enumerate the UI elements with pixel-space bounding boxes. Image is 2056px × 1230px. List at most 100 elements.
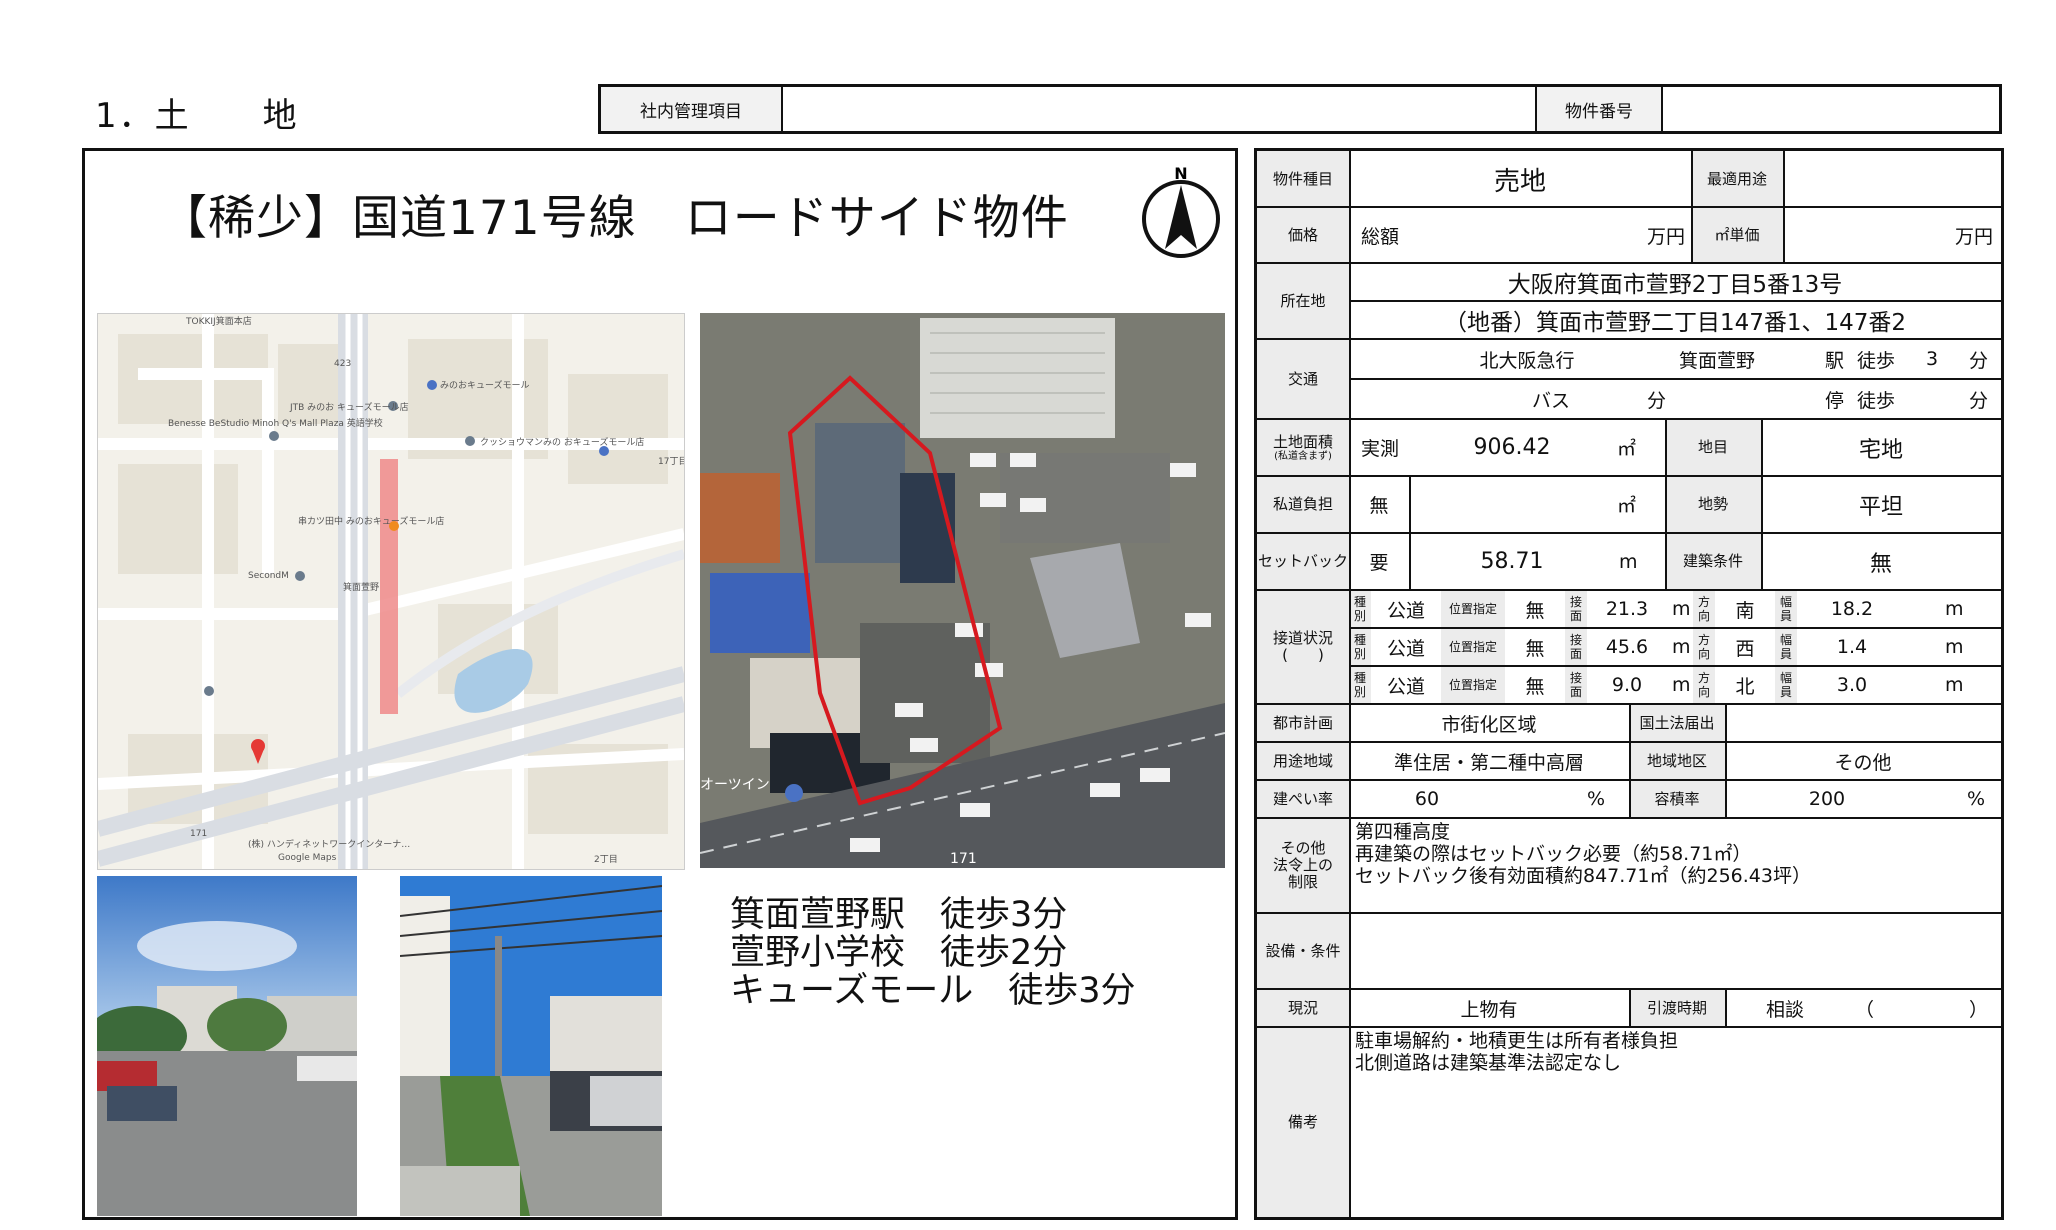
map-label-1: Benesse BeStudio Minoh Q's Mall Plaza 英語…: [168, 417, 383, 429]
status-value: 上物有: [1460, 998, 1518, 1021]
map-label-4: JTB みのお キューズモール店: [289, 401, 409, 413]
build-cond-label: 建築条件: [1665, 533, 1761, 590]
city-plan-value: 市街化区域: [1441, 713, 1537, 736]
site-photo-2: [400, 876, 662, 1216]
road-1-frontage-label: 接面: [1565, 590, 1587, 628]
map-label-0: TOKKIJ箕面本店: [185, 315, 252, 327]
total-unit: 万円: [1646, 225, 1685, 248]
price-label: 価格: [1257, 207, 1349, 263]
road-1-direction: 南: [1735, 599, 1755, 622]
road-1-kind-label: 種別: [1349, 590, 1371, 628]
best-use-value: [1783, 151, 2001, 207]
road-3-frontage: 9.0: [1611, 674, 1643, 696]
kokudo-value: [1725, 704, 2001, 742]
transport-label: 交通: [1257, 339, 1349, 419]
road-2-width: 1.4: [1836, 636, 1868, 658]
road-3-designated-label: 位置指定: [1441, 666, 1505, 704]
setback-label: セットバック: [1257, 533, 1349, 590]
map-label-7: 箕面萱野: [343, 581, 379, 593]
other-restrictions-text: 第四種高度 再建築の際はセットバック必要（約58.71㎡） セットバック後有効面…: [1355, 821, 1811, 887]
road-1-designated-label: 位置指定: [1441, 590, 1505, 628]
road-3-width: 3.0: [1836, 674, 1868, 696]
road-2-frontage-unit: m: [1672, 636, 1691, 658]
map-label-8: 17丁目: [658, 456, 684, 467]
land-area-title: 土地面積: [1272, 432, 1333, 451]
address-1: 大阪府箕面市萱野2丁目5番13号: [1507, 272, 1843, 298]
mgmt-value: [783, 87, 1537, 131]
map-label-12: 171: [190, 829, 207, 839]
access-line-2: 萱野小学校 徒歩2分: [730, 933, 1068, 973]
access-line-1: 箕面萱野駅 徒歩3分: [730, 895, 1068, 935]
road-2-direction: 西: [1735, 637, 1755, 660]
map-image: TOKKIJ箕面本店 Benesse BeStudio Minoh Q's Ma…: [98, 314, 684, 869]
type-label: 物件種目: [1257, 151, 1349, 207]
chimoku-label: 地目: [1665, 419, 1761, 476]
other-restrictions-label: その他 法令上の 制限: [1257, 818, 1349, 913]
bcr-unit: %: [1587, 788, 1606, 810]
property-table: 物件種目 売地 最適用途 価格 総額 万円 ㎡単価 万円 所在地 大阪府箕面市萱…: [1254, 148, 2004, 1220]
bus-stop-label: 停: [1825, 389, 1845, 412]
zoning-label: 用途地域: [1257, 742, 1349, 780]
road-2-designated: 無: [1525, 637, 1545, 660]
map-label-11: Google Maps: [278, 853, 337, 863]
site-photo-1: [97, 876, 357, 1216]
remarks-text: 駐車場解約・地積更生は所有者様負担 北側道路は建築基準法認定なし: [1355, 1030, 1679, 1074]
map-label-2: みのおキューズモール: [440, 379, 530, 391]
road-3-kind-label: 種別: [1349, 666, 1371, 704]
road-3-width-unit: m: [1945, 674, 1964, 696]
city-plan-label: 都市計画: [1257, 704, 1349, 742]
road-3-kind: 公道: [1386, 675, 1425, 698]
district-label: 地域地区: [1629, 742, 1725, 780]
map-label-13: 423: [334, 359, 351, 369]
section-title: 1．土 地: [95, 96, 299, 136]
minutes-unit: 分: [1969, 349, 1989, 372]
private-road-value: 無: [1369, 495, 1389, 517]
line-name: 北大阪急行: [1479, 349, 1575, 372]
private-road-label: 私道負担: [1257, 476, 1349, 533]
bus-label: バス: [1532, 389, 1571, 412]
best-use-label: 最適用途: [1691, 151, 1783, 207]
land-area-value: 906.42: [1473, 435, 1551, 460]
access-info: 箕面萱野駅 徒歩3分 萱野小学校 徒歩2分 キューズモール 徒歩3分: [730, 896, 1136, 1010]
map-label-10: (株) ハンディネットワークインターナ…: [248, 838, 410, 850]
unit-price-label: ㎡単価: [1691, 207, 1783, 263]
walk-minutes: 3: [1925, 348, 1939, 370]
terrain-label: 地勢: [1665, 476, 1761, 533]
map-label-9: 2丁目: [594, 854, 618, 865]
road-3-width-label: 幅員: [1775, 666, 1797, 704]
compass-icon: N: [1142, 164, 1220, 258]
road-2-designated-label: 位置指定: [1441, 628, 1505, 666]
build-cond-value: 無: [1869, 551, 1892, 577]
headline: 【稀少】国道171号線 ロードサイド物件: [160, 191, 1069, 246]
setback-required: 要: [1369, 552, 1389, 574]
map-label-6: SecondM: [248, 571, 289, 581]
far-unit: %: [1967, 788, 1986, 810]
road-1-designated: 無: [1525, 599, 1545, 622]
facility-label: 設備・条件: [1257, 913, 1349, 989]
road-1-direction-label: 方向: [1693, 590, 1715, 628]
road-2-frontage-label: 接面: [1565, 628, 1587, 666]
mgmt-label: 社内管理項目: [601, 87, 783, 131]
road-3-frontage-unit: m: [1672, 674, 1691, 696]
private-road-unit: ㎡: [1617, 495, 1637, 517]
property-no-label: 物件番号: [1537, 87, 1663, 131]
road-3-direction: 北: [1735, 675, 1755, 698]
minutes-unit-2: 分: [1969, 389, 1989, 412]
far-label: 容積率: [1629, 780, 1725, 818]
property-no-value: [1663, 87, 1999, 131]
type-value: 売地: [1493, 166, 1546, 197]
total-label: 総額: [1361, 225, 1400, 248]
land-area-unit: ㎡: [1617, 438, 1637, 460]
handover-value: 相談: [1765, 998, 1804, 1021]
road-2-kind: 公道: [1386, 637, 1425, 660]
measured-label: 実測: [1361, 438, 1400, 460]
road-3-designated: 無: [1525, 675, 1545, 698]
road-3-direction-label: 方向: [1693, 666, 1715, 704]
road-1-width-unit: m: [1945, 598, 1964, 620]
land-area-label: 土地面積 (私道含まず): [1257, 419, 1349, 476]
road-3-frontage-label: 接面: [1565, 666, 1587, 704]
handover-label: 引渡時期: [1629, 989, 1725, 1027]
overview-panel: 【稀少】国道171号線 ロードサイド物件 N TOKKIJ箕面本店 Beness…: [82, 148, 1238, 1220]
access-line-3: キューズモール 徒歩3分: [730, 971, 1136, 1011]
map-label-3: クッショウマンみの おキューズモール店: [480, 436, 644, 448]
